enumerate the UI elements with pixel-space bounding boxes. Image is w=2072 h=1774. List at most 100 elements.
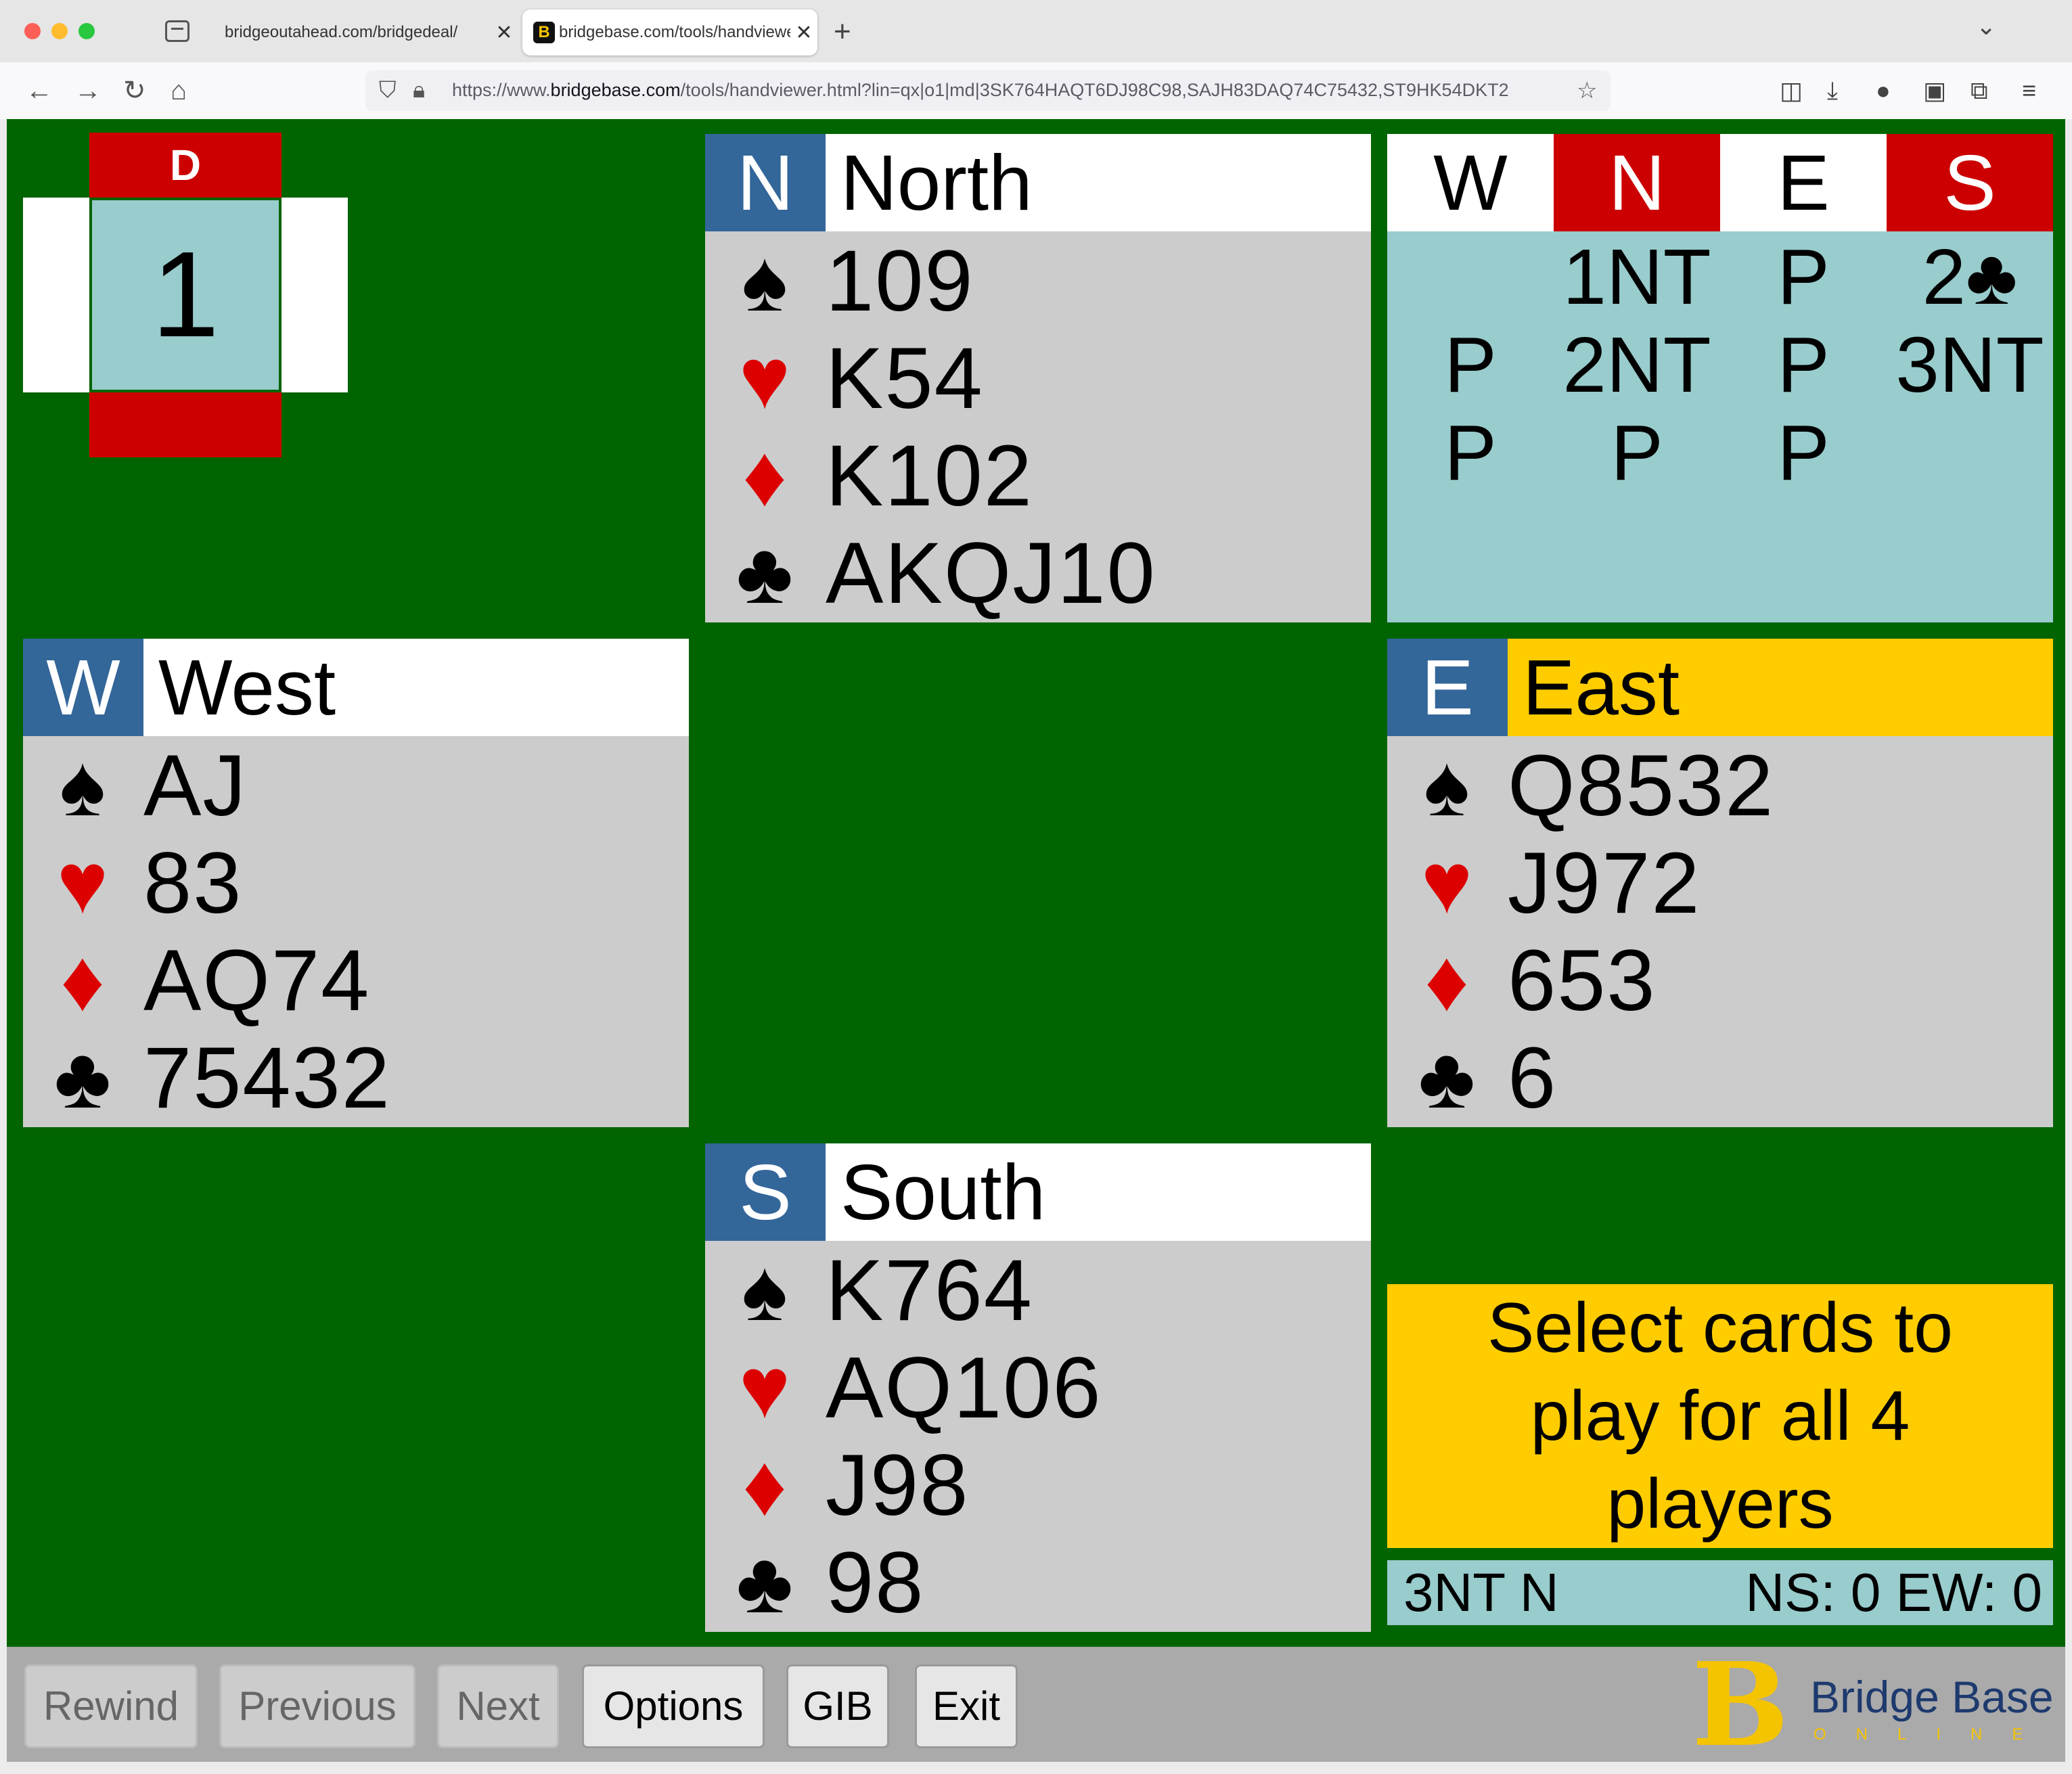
options-button[interactable]: Options <box>582 1664 765 1748</box>
auction-bid: P <box>1444 321 1497 409</box>
spade-icon: ♠ <box>742 1242 788 1339</box>
puzzle-icon[interactable]: ⧉ <box>1970 74 1988 107</box>
minimize-window-button[interactable] <box>51 23 68 39</box>
hand-header: W West <box>23 639 689 736</box>
hand-header: N North <box>705 134 1371 231</box>
trick-score: NS: 0 EW: 0 <box>1745 1562 2042 1622</box>
auction-bid: P <box>1777 233 1830 321</box>
bookmark-star-icon[interactable]: ☆ <box>1577 77 1597 104</box>
hand-viewer-table: D 1 N North ♠ 109 ♥ K54 ♦ K102 ♣ AKQJ10 … <box>7 119 2065 1647</box>
cards-clubs[interactable]: 98 <box>826 1534 924 1632</box>
cards-spades[interactable]: 109 <box>826 233 974 330</box>
instruction-text: Select cards to play for all 4 players <box>1487 1289 1953 1543</box>
cards-clubs[interactable]: 75432 <box>143 1030 391 1127</box>
suit-row-spades[interactable]: ♠ 109 <box>705 233 1371 330</box>
suit-row-clubs[interactable]: ♣ AKQJ10 <box>705 525 1371 622</box>
hand-west: W West ♠ AJ ♥ 83 ♦ AQ74 ♣ 75432 <box>23 639 689 1127</box>
pocket-icon[interactable]: ◫ <box>1780 74 1803 107</box>
club-icon: ♣ <box>54 1030 111 1127</box>
url-bar[interactable]: ⛉ 🔒︎ https://www.bridgebase.com/tools/ha… <box>365 70 1611 111</box>
hand-viewer-toolbar: Rewind Previous Next Options GIB Exit B … <box>7 1647 2065 1762</box>
cards-hearts[interactable]: AQ106 <box>826 1340 1102 1437</box>
suit-row-clubs[interactable]: ♣ 98 <box>705 1534 1371 1632</box>
suit-row-spades[interactable]: ♠ Q8532 <box>1387 737 2053 835</box>
new-tab-icon[interactable]: + <box>834 15 851 49</box>
hand-south: S South ♠ K764 ♥ AQ106 ♦ J98 ♣ 98 <box>705 1143 1371 1632</box>
suit-row-hearts[interactable]: ♥ K54 <box>705 330 1371 428</box>
bbo-logo-mark: B <box>1692 1637 1789 1773</box>
suit-row-clubs[interactable]: ♣ 75432 <box>23 1030 689 1127</box>
heart-icon: ♥ <box>1421 835 1472 932</box>
player-name: East <box>1523 643 1680 731</box>
hand-header: E East <box>1387 639 2053 736</box>
west-vulnerability <box>23 198 89 392</box>
dealer-marker: D <box>89 133 281 198</box>
browser-tab-bridgeoutahead[interactable]: bridgeoutahead.com/bridgedeal/ ✕ <box>210 9 518 55</box>
chevron-down-icon[interactable]: ⌄ <box>1976 12 1996 41</box>
cards-diamonds[interactable]: K102 <box>826 428 1033 525</box>
menu-icon[interactable]: ≡ <box>2022 74 2036 107</box>
auction-bid <box>1387 233 1554 321</box>
auction-box: W N E S 1NT P 2♣ P 2NT P 3NT P P P <box>1387 134 2053 622</box>
suit-row-hearts[interactable]: ♥ AQ106 <box>705 1340 1371 1437</box>
cards-diamonds[interactable]: AQ74 <box>143 932 370 1030</box>
suit-row-diamonds[interactable]: ♦ 653 <box>1387 932 2053 1030</box>
exit-button[interactable]: Exit <box>915 1664 1018 1748</box>
cards-diamonds[interactable]: 653 <box>1508 932 1657 1030</box>
spade-icon: ♠ <box>742 233 788 329</box>
diamond-icon: ♦ <box>1424 932 1469 1029</box>
tab-title: bridgeoutahead.com/bridgedeal/ <box>225 23 458 41</box>
suit-row-diamonds[interactable]: ♦ AQ74 <box>23 932 689 1030</box>
direction-badge: E <box>1387 639 1508 736</box>
cards-hearts[interactable]: J972 <box>1508 835 1701 932</box>
back-arrow-icon[interactable]: ← <box>26 74 53 107</box>
close-tab-icon[interactable]: ✕ <box>790 21 817 45</box>
extension-icon[interactable]: ▣ <box>1923 74 1946 107</box>
rewind-button[interactable]: Rewind <box>24 1664 198 1748</box>
lock-icon[interactable]: 🔒︎ <box>413 77 425 104</box>
url-text[interactable]: https://www.bridgebase.com/tools/handvie… <box>452 80 1562 101</box>
contract-label: 3NT N <box>1403 1562 1559 1622</box>
suit-row-hearts[interactable]: ♥ J972 <box>1387 835 2053 932</box>
auction-bid: P <box>1777 409 1830 497</box>
cards-clubs[interactable]: 6 <box>1508 1030 1557 1127</box>
suit-row-clubs[interactable]: ♣ 6 <box>1387 1030 2053 1127</box>
home-icon[interactable]: ⌂ <box>171 74 187 107</box>
cards-spades[interactable]: Q8532 <box>1508 737 1774 835</box>
account-icon[interactable]: ● <box>1876 74 1891 107</box>
previous-button[interactable]: Previous <box>219 1664 415 1748</box>
tab-bar: bridgeoutahead.com/bridgedeal/ ✕ B bridg… <box>0 0 2072 62</box>
close-window-button[interactable] <box>24 23 41 39</box>
board-number: 1 <box>89 198 281 392</box>
suit-row-hearts[interactable]: ♥ 83 <box>23 835 689 932</box>
forward-arrow-icon[interactable]: → <box>74 74 102 107</box>
cards-spades[interactable]: AJ <box>143 737 247 835</box>
club-icon: ♣ <box>736 1534 793 1631</box>
cards-diamonds[interactable]: J98 <box>826 1437 969 1534</box>
zoom-window-button[interactable] <box>78 23 95 39</box>
auction-header-east: E <box>1720 134 1887 231</box>
tab-list-icon[interactable] <box>165 20 189 42</box>
player-name: South <box>840 1148 1046 1236</box>
suit-row-spades[interactable]: ♠ K764 <box>705 1242 1371 1340</box>
suit-row-diamonds[interactable]: ♦ K102 <box>705 428 1371 525</box>
next-button[interactable]: Next <box>437 1664 559 1748</box>
download-icon[interactable]: ⤓ <box>1827 74 1838 107</box>
auction-bid: P <box>1611 409 1663 497</box>
close-tab-icon[interactable]: ✕ <box>491 21 518 45</box>
direction-badge: W <box>23 639 143 736</box>
cards-spades[interactable]: K764 <box>826 1242 1033 1340</box>
reload-icon[interactable]: ↻ <box>123 74 146 107</box>
cards-hearts[interactable]: K54 <box>826 330 984 428</box>
browser-tab-bridgebase[interactable]: B bridgebase.com/tools/handviewe ✕ <box>522 9 817 55</box>
suit-row-spades[interactable]: ♠ AJ <box>23 737 689 835</box>
shield-icon[interactable]: ⛉ <box>379 77 397 104</box>
gib-button[interactable]: GIB <box>786 1664 889 1748</box>
cards-clubs[interactable]: AKQJ10 <box>826 525 1156 622</box>
navigation-bar: ← → ↻ ⌂ ⛉ 🔒︎ https://www.bridgebase.com/… <box>0 62 2072 119</box>
tab-title: bridgebase.com/tools/handviewe <box>559 23 790 41</box>
direction-badge: N <box>705 134 826 231</box>
club-icon: ♣ <box>736 525 793 622</box>
cards-hearts[interactable]: 83 <box>143 835 242 932</box>
suit-row-diamonds[interactable]: ♦ J98 <box>705 1437 1371 1534</box>
